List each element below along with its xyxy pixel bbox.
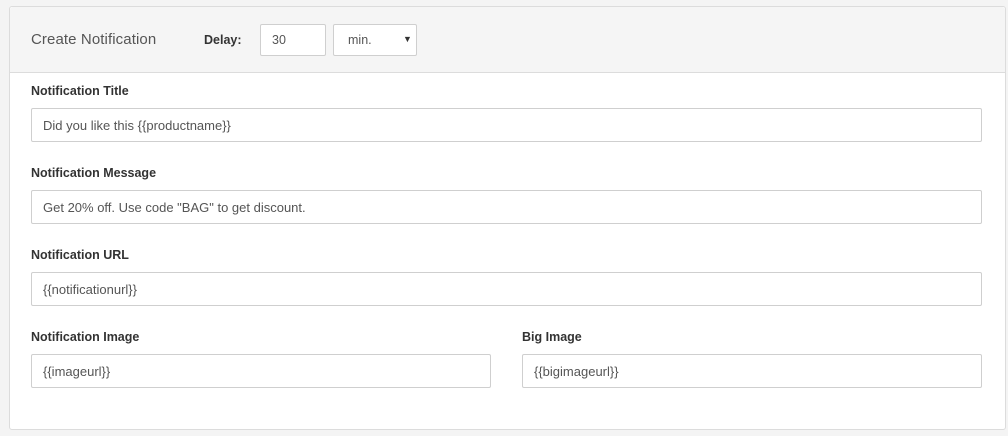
create-notification-panel: Create Notification Delay: min. ▼ Notifi…: [9, 6, 1006, 430]
notification-message-input[interactable]: [31, 190, 982, 224]
notification-title-input[interactable]: [31, 108, 982, 142]
big-image-input[interactable]: [522, 354, 982, 388]
notification-url-label: Notification URL: [31, 248, 129, 262]
big-image-label: Big Image: [522, 330, 582, 344]
caret-down-icon: ▼: [403, 34, 412, 44]
delay-unit-select[interactable]: min. ▼: [333, 24, 417, 56]
panel-header: Create Notification Delay: min. ▼: [10, 7, 1005, 73]
notification-image-input[interactable]: [31, 354, 491, 388]
notification-title-label: Notification Title: [31, 84, 129, 98]
notification-message-label: Notification Message: [31, 166, 157, 180]
delay-label: Delay:: [204, 33, 242, 47]
notification-url-input[interactable]: [31, 272, 982, 306]
delay-input[interactable]: [260, 24, 326, 56]
notification-image-label: Notification Image: [31, 330, 140, 344]
panel-title: Create Notification: [31, 31, 157, 48]
delay-unit-value: min.: [348, 33, 372, 47]
